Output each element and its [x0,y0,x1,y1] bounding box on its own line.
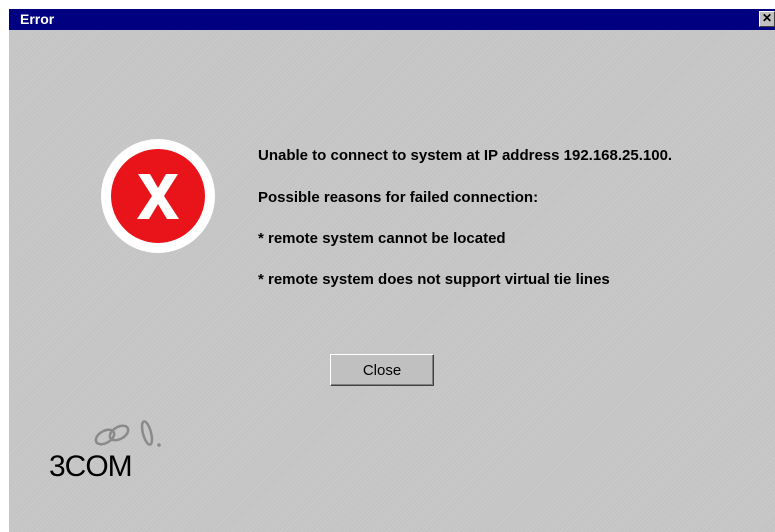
logo-chain-icon [94,420,161,447]
reason-item: * remote system cannot be located [258,230,506,247]
title-bar[interactable]: Error ✕ [9,9,775,30]
error-icon [101,139,215,253]
reason-item: * remote system does not support virtual… [258,271,610,288]
3com-logo: 3COM [47,415,177,495]
error-message: Unable to connect to system at IP addres… [258,147,673,164]
reasons-heading: Possible reasons for failed connection: [258,189,539,206]
close-button[interactable]: Close [330,354,434,386]
dialog-content: Unable to connect to system at IP addres… [9,30,775,532]
error-dialog: Error ✕ Unable to connect to system at I… [9,9,775,532]
window-close-icon[interactable]: ✕ [759,11,775,27]
window-title: Error [20,11,55,27]
logo-text: 3COM [49,450,133,483]
